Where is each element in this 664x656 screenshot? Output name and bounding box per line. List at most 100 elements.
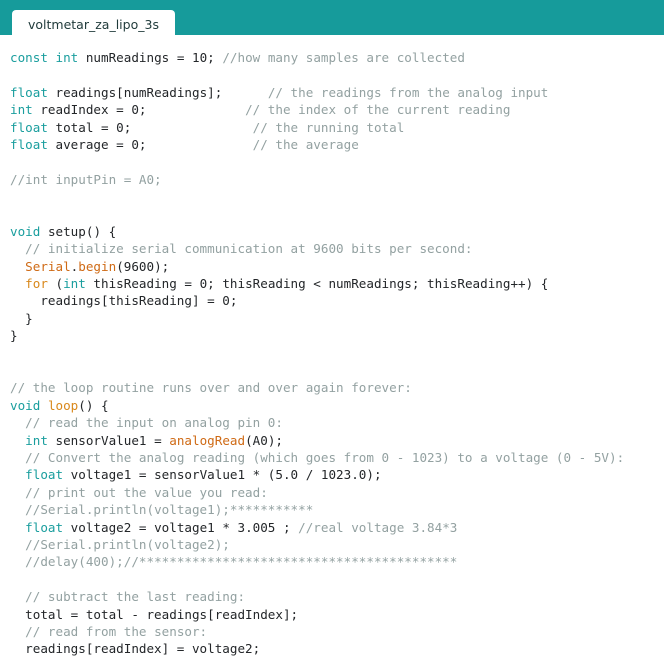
code-token: Serial (25, 258, 71, 274)
code-line: float total = 0; // the running total (0, 119, 664, 136)
code-line: // the loop routine runs over and over a… (0, 379, 664, 396)
code-line-list: const int numReadings = 10; //how many s… (0, 49, 664, 656)
code-token: void (10, 397, 41, 413)
code-token: voltage1 = sensorValue1 * (5.0 / 1023.0)… (63, 467, 382, 483)
code-token: // the index of the current reading (245, 102, 511, 118)
code-token: readings[readIndex] = voltage2; (10, 641, 261, 656)
code-token: //int inputPin = A0; (10, 171, 162, 187)
code-line: // read from the sensor: (0, 623, 664, 640)
code-token: float (10, 119, 48, 135)
code-token: // subtract the last reading: (25, 589, 246, 605)
code-token: // initialize serial communication at 96… (25, 241, 473, 257)
code-token: readIndex = 0; (32, 102, 246, 118)
code-line: total = total - readings[readIndex]; (0, 606, 664, 623)
code-token: thisReading = 0; thisReading < numReadin… (85, 276, 549, 292)
code-line: float average = 0; // the average (0, 136, 664, 153)
code-token: //Serial.println(voltage2); (25, 536, 230, 552)
code-line: const int numReadings = 10; //how many s… (0, 49, 664, 66)
code-line: int sensorValue1 = analogRead(A0); (0, 432, 664, 449)
code-line: //Serial.println(voltage2); (0, 536, 664, 553)
code-token: } (10, 328, 18, 344)
code-token: int (25, 432, 48, 448)
code-editor[interactable]: const int numReadings = 10; //how many s… (0, 35, 664, 656)
code-token: readings[numReadings]; (47, 84, 268, 100)
code-token: sensorValue1 = (47, 432, 170, 448)
code-token: const (10, 50, 48, 65)
code-token: // Convert the analog reading (which goe… (25, 449, 625, 465)
code-token: numReadings = 10; (78, 50, 223, 65)
code-token: begin (78, 258, 117, 274)
code-token: //real voltage 3.84*3 (298, 519, 458, 535)
code-token: voltage2 = voltage1 * 3.005 ; (63, 519, 299, 535)
code-token: //Serial.println(voltage1);*********** (25, 502, 314, 518)
code-token: total = 0; (47, 119, 253, 135)
code-line: float readings[numReadings]; // the read… (0, 84, 664, 101)
code-line: float voltage2 = voltage1 * 3.005 ; //re… (0, 519, 664, 536)
code-line: void loop() { (0, 397, 664, 414)
code-line: //Serial.println(voltage1);*********** (0, 501, 664, 518)
code-line: //delay(400);//*************************… (0, 553, 664, 570)
code-token: float (25, 519, 64, 535)
code-token: float (10, 84, 48, 100)
code-line: // print out the value you read: (0, 484, 664, 501)
code-line: Serial.begin(9600); (0, 258, 664, 275)
code-token: //how many samples are collected (222, 50, 465, 65)
code-token: (9600); (116, 258, 170, 274)
code-line: // Convert the analog reading (which goe… (0, 449, 664, 466)
code-token: analogRead (169, 432, 246, 448)
code-token: average = 0; (47, 136, 253, 152)
code-token: int (55, 50, 79, 65)
code-token: float (25, 467, 64, 483)
code-line: void setup() { (0, 223, 664, 240)
code-token: float (10, 136, 48, 152)
code-line: int readIndex = 0; // the index of the c… (0, 101, 664, 118)
editor-tab-bar: voltmetar_za_lipo_3s (0, 0, 664, 40)
code-token: // the loop routine runs over and over a… (10, 380, 412, 396)
code-line: // read the input on analog pin 0: (0, 414, 664, 431)
code-line: } (0, 327, 664, 344)
code-token: readings[thisReading] = 0; (10, 293, 238, 309)
code-token: // read from the sensor: (25, 623, 208, 639)
code-token: // read the input on analog pin 0: (25, 415, 283, 431)
code-line: // initialize serial communication at 96… (0, 240, 664, 257)
code-token: // print out the value you read: (25, 484, 268, 500)
code-token: ( (47, 276, 64, 292)
code-line: //int inputPin = A0; (0, 171, 664, 188)
code-token: // the running total (252, 119, 405, 135)
code-line: // subtract the last reading: (0, 588, 664, 605)
arduino-ide-window: voltmetar_za_lipo_3s const int numReadin… (0, 0, 664, 656)
code-token: () { (78, 397, 109, 413)
code-token: for (25, 276, 48, 292)
code-token: //delay(400);//*************************… (25, 554, 458, 570)
code-token: void (10, 223, 41, 239)
code-token: int (63, 276, 86, 292)
code-token: (A0); (245, 432, 283, 448)
code-line: readings[readIndex] = voltage2; (0, 640, 664, 656)
code-token: } (10, 310, 33, 326)
code-token: () { (85, 223, 117, 239)
code-line: for (int thisReading = 0; thisReading < … (0, 275, 664, 292)
code-token: setup (47, 223, 86, 239)
